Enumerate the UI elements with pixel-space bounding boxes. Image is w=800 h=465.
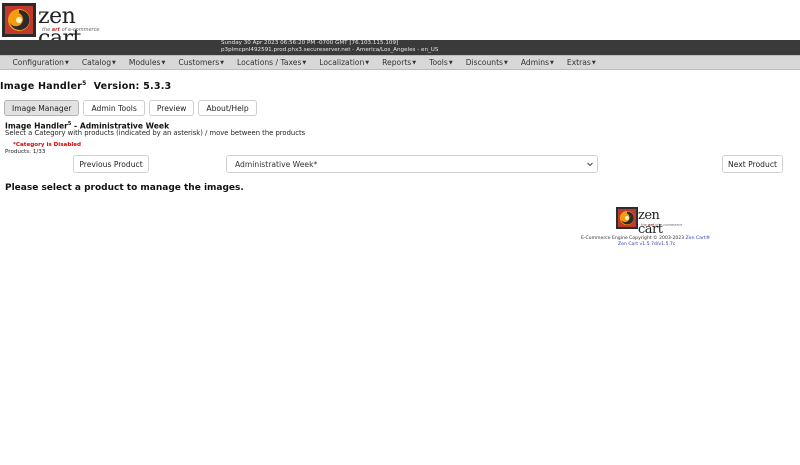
caret-down-icon: ▼	[412, 59, 417, 66]
menu-customers[interactable]: Customers▼	[172, 56, 231, 70]
footer-copyright: E-Commerce Engine Copyright © 2003-2023 …	[581, 236, 711, 241]
server-host: p3plmcpnl492591.prod.phx3.secureserver.n…	[221, 47, 439, 53]
menu-admins[interactable]: Admins▼	[514, 56, 560, 70]
server-info-bar: Sunday 30 Apr 2023 06:56:20 PM -0700 GMT…	[0, 40, 800, 55]
menu-reports[interactable]: Reports▼	[376, 56, 423, 70]
caret-down-icon: ▼	[112, 59, 116, 66]
menu-discounts[interactable]: Discounts▼	[459, 56, 514, 70]
caret-down-icon: ▼	[448, 59, 453, 66]
tab-bar: Image Manager Admin Tools Preview About/…	[4, 100, 257, 116]
server-datetime: Sunday 30 Apr 2023 06:56:20 PM -0700 GMT…	[221, 40, 399, 46]
zen-cart-logo-icon	[2, 3, 36, 37]
footer-zen-cart-logo[interactable]: zen cart the art of e-commerce	[616, 207, 683, 237]
menu-catalog[interactable]: Catalog▼	[75, 56, 122, 70]
products-count: Products: 1/33	[5, 149, 46, 155]
footer-version-link[interactable]: Zen Cart v1.5.7d/v1.5.7c	[618, 242, 675, 247]
category-disabled-note: *Category is Disabled	[13, 142, 82, 148]
section-instructions: Select a Category with products (indicat…	[5, 129, 306, 137]
admin-menu-bar: Configuration▼ Catalog▼ Modules▼ Custome…	[0, 55, 800, 70]
chevron-down-icon	[587, 162, 593, 167]
caret-down-icon: ▼	[302, 59, 307, 66]
caret-down-icon: ▼	[161, 59, 166, 66]
select-product-message: Please select a product to manage the im…	[5, 183, 244, 193]
caret-down-icon: ▼	[504, 59, 508, 66]
menu-configuration[interactable]: Configuration▼	[6, 56, 75, 70]
caret-down-icon: ▼	[220, 59, 225, 66]
zen-cart-link[interactable]: Zen Cart®	[686, 236, 711, 241]
footer-brand-tagline: the art of e-commerce	[641, 223, 683, 227]
menu-modules[interactable]: Modules▼	[122, 56, 171, 70]
zen-cart-logo-icon	[616, 207, 638, 229]
previous-product-button[interactable]: Previous Product	[73, 155, 149, 173]
brand-tagline: the art of e-commerce	[42, 27, 100, 33]
tab-image-manager[interactable]: Image Manager	[4, 100, 80, 116]
tab-admin-tools[interactable]: Admin Tools	[83, 100, 145, 116]
next-product-button[interactable]: Next Product	[722, 155, 783, 173]
caret-down-icon: ▼	[65, 59, 69, 66]
tab-preview[interactable]: Preview	[148, 100, 195, 116]
menu-tools[interactable]: Tools▼	[423, 56, 460, 70]
caret-down-icon: ▼	[591, 59, 596, 66]
page-title: Image Handler5 Version: 5.3.3	[0, 80, 172, 93]
category-select[interactable]: Administrative Week*	[226, 155, 598, 173]
caret-down-icon: ▼	[550, 59, 554, 66]
zen-cart-logo[interactable]: zen cart the art of e-commerce	[2, 2, 102, 50]
menu-locations-taxes[interactable]: Locations / Taxes▼	[231, 56, 313, 70]
menu-localization[interactable]: Localization▼	[313, 56, 376, 70]
caret-down-icon: ▼	[365, 59, 370, 66]
category-select-value: Administrative Week*	[235, 159, 318, 169]
tab-about-help[interactable]: About/Help	[198, 100, 257, 116]
menu-extras[interactable]: Extras▼	[560, 56, 602, 70]
